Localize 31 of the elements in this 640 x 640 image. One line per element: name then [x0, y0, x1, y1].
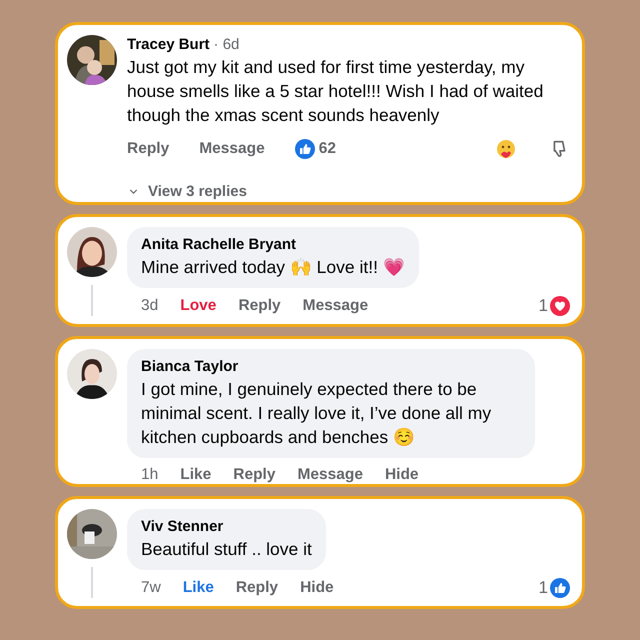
comment-time: 1h [141, 466, 158, 484]
comment-text: Mine arrived today 🙌 Love it!! 💗 [141, 256, 405, 279]
comment-text: I got mine, I genuinely expected there to be minimal scent. I really love it, I’ve done all my kitchen cupboards and benches ☺ [141, 378, 492, 449]
like-icon [550, 578, 570, 598]
comment-time: 7w [141, 579, 161, 597]
author-name[interactable]: Anita Rachelle Bryant [141, 236, 296, 253]
like-link[interactable]: Like [180, 466, 212, 484]
action-link[interactable]: Hide [384, 466, 419, 484]
action-link[interactable]: Reply [238, 297, 281, 315]
reaction-count: 62 [318, 140, 336, 158]
reaction-count: 1 [538, 578, 548, 598]
action-link[interactable]: Message [199, 140, 265, 158]
comment-time: 3d [141, 297, 158, 315]
action-link[interactable]: Message [302, 297, 368, 315]
reaction-count: 1 [538, 296, 548, 316]
action-link[interactable]: Reply [233, 466, 276, 484]
author-name[interactable]: Viv Stenner [141, 518, 224, 535]
view-replies-link[interactable]: View 3 replies [127, 183, 570, 200]
author-name[interactable]: Tracey Burt [127, 36, 210, 53]
hug-emoji-icon[interactable] [494, 137, 518, 161]
action-link[interactable]: Message [297, 466, 363, 484]
action-link[interactable]: Reply [236, 579, 278, 597]
love-link[interactable]: Love [180, 297, 216, 315]
comment-text: Beautiful stuff .. love it [141, 538, 312, 561]
like-icon [294, 139, 315, 159]
action-link[interactable]: Hide [300, 579, 334, 597]
action-link[interactable]: Reply [127, 140, 170, 158]
like-link[interactable]: Like [182, 579, 214, 597]
comment-time: · 6d [214, 36, 240, 53]
comment-text: Just got my kit and used for first time yesterday, my house smells like a 5 star hotel!!! Wish I had of waited though the xmas scent sounds heavenly [127, 56, 544, 127]
author-name[interactable]: Bianca Taylor [141, 358, 238, 375]
